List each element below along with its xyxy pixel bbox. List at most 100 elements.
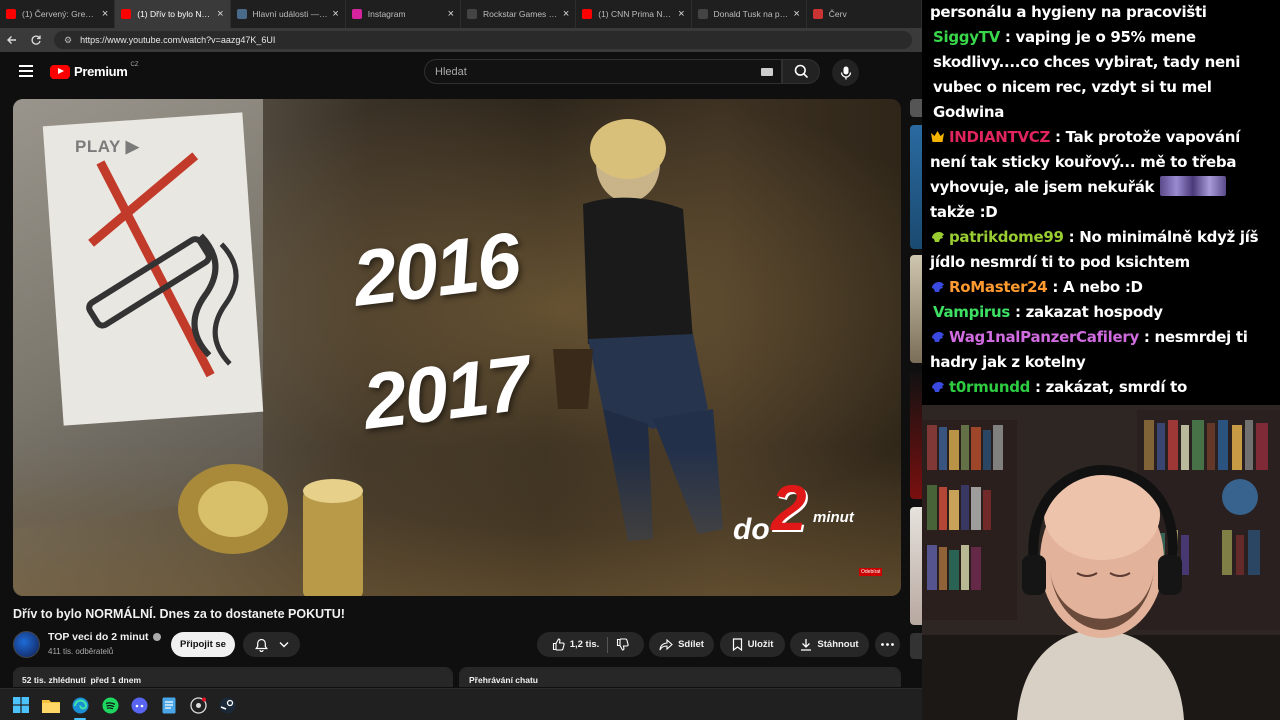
thumbs-down-icon[interactable]	[616, 638, 629, 651]
download-button[interactable]: Stáhnout	[790, 632, 869, 657]
youtube-logo[interactable]: Premium CZ	[50, 62, 139, 79]
browser-tab[interactable]: (1) CNN Prima NEWS - Y ×	[576, 0, 692, 28]
chat-message: SiggyTV : vaping je o 95% mene skodlivy.…	[930, 25, 1272, 125]
chat-username[interactable]: t0rmundd	[949, 378, 1030, 396]
close-tab-icon[interactable]: ×	[678, 8, 684, 20]
share-label: Sdílet	[678, 639, 704, 650]
browser-tab-strip: (1) Červený: Green Deal×(1) Dřív to bylo…	[0, 0, 922, 28]
close-tab-icon[interactable]: ×	[563, 8, 569, 20]
thumbs-up-icon[interactable]	[552, 638, 565, 651]
related-thumb[interactable]	[910, 125, 922, 249]
related-thumb[interactable]	[910, 99, 922, 117]
chat-replay-panel[interactable]: Přehrávání chatu	[459, 667, 901, 687]
notifications-button[interactable]	[243, 632, 300, 657]
description-box[interactable]: 52 tis. zhlédnutí před 1 dnem	[13, 667, 453, 687]
url-text: https://www.youtube.com/watch?v=aazg47K_…	[80, 35, 276, 45]
download-icon	[801, 639, 812, 651]
browser-tab[interactable]: Donald Tusk na platform×	[692, 0, 807, 28]
channel-name[interactable]: TOP veci do 2 minut	[48, 631, 149, 643]
related-thumb[interactable]	[910, 255, 922, 363]
browser-toolbar: ⚙ https://www.youtube.com/watch?v=aazg47…	[0, 28, 922, 52]
discord-button[interactable]	[130, 696, 148, 714]
video-player[interactable]: PLAY ▶ 2016 2017 do 2 minut Odebírat	[13, 99, 901, 596]
keyboard-icon[interactable]	[761, 68, 773, 76]
webcam-scene	[922, 405, 1280, 720]
close-tab-icon[interactable]: ×	[448, 8, 454, 20]
chat-username[interactable]: patrikdome99	[949, 228, 1064, 246]
more-horizontal-icon	[881, 643, 894, 646]
close-tab-icon[interactable]: ×	[217, 8, 223, 20]
discord-icon	[131, 697, 147, 713]
video-scene-brass-object	[178, 464, 363, 596]
chevron-down-icon	[279, 642, 288, 648]
dino-blue-badge-icon	[930, 326, 945, 342]
edge-icon	[72, 697, 88, 713]
site-info-icon[interactable]: ⚙	[64, 35, 72, 46]
subscribe-watermark[interactable]: Odebírat	[859, 568, 883, 576]
chat-message: t0rmundd : zakázat, smrdí to	[930, 375, 1272, 400]
more-actions-button[interactable]	[875, 632, 900, 657]
edge-button[interactable]	[71, 696, 89, 714]
browser-tab[interactable]: Hlavní události — ČT24×	[231, 0, 346, 28]
tab-favicon-icon	[236, 9, 247, 19]
related-thumb[interactable]	[910, 371, 922, 499]
chat-text: : zakazat hospody	[1014, 303, 1163, 321]
browser-tab[interactable]: (1) Dřív to bylo NORMÁLNÍ ×	[115, 0, 231, 28]
chat-emote	[1160, 176, 1227, 196]
chat-text: : zakázat, smrdí to	[1035, 378, 1187, 396]
like-dislike-group: 1,2 tis.	[537, 632, 644, 657]
url-bar[interactable]: ⚙ https://www.youtube.com/watch?v=aazg47…	[54, 31, 912, 49]
spotify-button[interactable]	[101, 696, 119, 714]
browser-tab[interactable]: (1) Červený: Green Deal ×	[0, 0, 116, 28]
chat-username[interactable]: Vampirus	[933, 303, 1010, 321]
browser-tab[interactable]: Instagram ×	[346, 0, 461, 28]
menu-icon[interactable]	[19, 65, 33, 77]
channel-name-row[interactable]: TOP veci do 2 minut	[48, 631, 161, 643]
search-button[interactable]	[782, 59, 820, 84]
related-thumb[interactable]	[910, 633, 922, 659]
obs-button[interactable]	[189, 696, 207, 714]
brand-two: 2	[771, 472, 807, 544]
tab-label: Instagram	[367, 9, 406, 19]
join-button[interactable]: Připojit se	[171, 632, 235, 657]
youtube-play-icon	[50, 64, 70, 79]
chat-username[interactable]: RoMaster24	[949, 278, 1048, 296]
screen: (1) Červený: Green Deal×(1) Dřív to bylo…	[0, 0, 1280, 720]
close-tab-icon[interactable]: ×	[793, 8, 799, 20]
chat-username[interactable]: Wag1nalPanzerCafilery	[949, 328, 1139, 346]
chat-username[interactable]: INDIANTVCZ	[949, 128, 1050, 146]
windows-taskbar	[0, 688, 922, 720]
voice-search-button[interactable]	[832, 59, 859, 86]
file-explorer-button[interactable]	[42, 696, 60, 714]
tab-favicon-icon	[467, 9, 477, 19]
reload-button[interactable]	[24, 28, 48, 52]
steam-button[interactable]	[218, 696, 236, 714]
close-tab-icon[interactable]: ×	[102, 8, 108, 20]
tab-favicon-icon	[6, 9, 16, 19]
browser-tab[interactable]: Rockstar Games na platf ×	[461, 0, 577, 28]
tab-favicon-icon	[582, 9, 593, 19]
search-input[interactable]: Hledat	[424, 59, 782, 84]
channel-avatar[interactable]	[13, 631, 40, 658]
chat-text: takže :D	[930, 203, 998, 221]
dino-green-badge-icon	[930, 226, 945, 242]
no-smoking-poster	[42, 112, 264, 426]
brand-minut: minut	[813, 509, 854, 526]
notepad-icon	[162, 697, 176, 713]
chat-message: RoMaster24 : A nebo :D	[930, 275, 1272, 300]
close-tab-icon[interactable]: ×	[332, 8, 338, 20]
chat-message: INDIANTVCZ : Tak protože vapování není t…	[930, 125, 1272, 225]
related-thumb[interactable]	[910, 507, 922, 625]
share-button[interactable]: Sdílet	[649, 632, 714, 657]
start-button[interactable]	[12, 696, 30, 714]
chat-username[interactable]: SiggyTV	[933, 28, 1000, 46]
chat-text: : A nebo :D	[1052, 278, 1143, 296]
back-button[interactable]	[0, 28, 24, 52]
save-button[interactable]: Uložit	[720, 632, 785, 657]
chat-message: patrikdome99 : No minimálně když jíš jíd…	[930, 225, 1272, 275]
browser-tab[interactable]: Červ	[807, 0, 922, 28]
like-count[interactable]: 1,2 tis.	[570, 639, 600, 650]
notes-button[interactable]	[160, 696, 178, 714]
subscriber-count: 411 tis. odběratelů	[48, 647, 114, 656]
tab-favicon-icon	[697, 9, 708, 19]
